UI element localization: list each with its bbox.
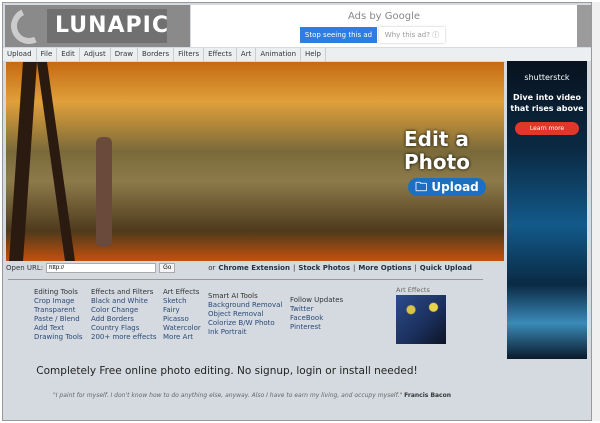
- menu-effects[interactable]: Effects: [204, 48, 237, 61]
- menu-adjust[interactable]: Adjust: [80, 48, 111, 61]
- tool-link[interactable]: Background Removal: [208, 301, 282, 310]
- stock-photos-link[interactable]: Stock Photos: [298, 264, 350, 272]
- tool-link[interactable]: FaceBook: [290, 314, 343, 323]
- hero-title: Edit a Photo: [404, 127, 470, 174]
- tool-link[interactable]: Country Flags: [91, 324, 157, 333]
- tree-trunk: [9, 62, 37, 261]
- menu-help[interactable]: Help: [301, 48, 326, 61]
- art-effects-thumb[interactable]: Art Effects: [396, 286, 446, 344]
- tool-link[interactable]: Color Change: [91, 306, 157, 315]
- side-ad[interactable]: shutterstck Dive into video that rises a…: [507, 61, 587, 359]
- tool-link[interactable]: Transparent: [34, 306, 83, 315]
- link-column: Editing Tools Crop Image Transparent Paste …: [34, 288, 83, 342]
- tool-link[interactable]: Add Text: [34, 324, 83, 333]
- why-this-ad-button[interactable]: Why this ad? ⓘ: [379, 27, 445, 43]
- tool-link[interactable]: Object Removal: [208, 310, 282, 319]
- tool-link[interactable]: Sketch: [163, 297, 201, 306]
- bottom-banner: [73, 420, 383, 421]
- tool-link[interactable]: 200+ more effects: [91, 333, 157, 342]
- menu-draw[interactable]: Draw: [111, 48, 138, 61]
- quote: "I paint for myself. I don't know how to…: [53, 392, 452, 399]
- link-column: Effects and Filters Black and White Color …: [91, 288, 157, 342]
- top-ad: Ads by Google Stop seeing this ad Why th…: [191, 5, 577, 47]
- tool-link[interactable]: More Art: [163, 333, 201, 342]
- menu-edit[interactable]: Edit: [57, 48, 80, 61]
- tool-link[interactable]: Watercolor: [163, 324, 201, 333]
- tool-link[interactable]: Fairy: [163, 306, 201, 315]
- stop-seeing-ad-button[interactable]: Stop seeing this ad: [300, 27, 377, 43]
- lunapic-logo[interactable]: LUNAPIC: [5, 3, 190, 50]
- link-column: Art Effects Sketch Fairy Picasso Watercolor M…: [163, 288, 201, 342]
- menu-filters[interactable]: Filters: [174, 48, 205, 61]
- learn-more-button[interactable]: Learn more: [515, 122, 579, 135]
- link-column: Follow Updates Twitter FaceBook Pinterest: [290, 296, 343, 332]
- ads-by-google: Ads by Google: [347, 11, 421, 22]
- link-column: Smart AI Tools Background Removal Object R…: [208, 292, 282, 337]
- url-input[interactable]: [46, 263, 157, 273]
- tool-link[interactable]: Picasso: [163, 315, 201, 324]
- tool-link[interactable]: Crop Image: [34, 297, 83, 306]
- person-figure: [96, 137, 112, 247]
- folder-icon: 🗀: [415, 180, 432, 194]
- tagline: Completely Free online photo editing. No…: [36, 365, 418, 377]
- tool-link[interactable]: Paste / Blend: [34, 315, 83, 324]
- tool-link[interactable]: Colorize B/W Photo: [208, 319, 282, 328]
- scrollbar[interactable]: [592, 2, 600, 421]
- more-options-link[interactable]: More Options: [358, 264, 411, 272]
- hero-image: Edit a Photo 🗀 Upload: [6, 62, 504, 261]
- tool-link[interactable]: Twitter: [290, 305, 343, 314]
- column-title: Art Effects: [163, 288, 200, 296]
- ad-brand: shutterstck: [524, 73, 570, 82]
- or-text: or: [208, 264, 216, 272]
- tool-link[interactable]: Drawing Tools: [34, 333, 83, 342]
- tool-link[interactable]: Ink Portrait: [208, 328, 282, 337]
- page: LUNAPIC Ads by Google Stop seeing this a…: [2, 2, 592, 421]
- go-button[interactable]: Go: [159, 263, 176, 273]
- moon-icon: [5, 3, 53, 50]
- menu-art[interactable]: Art: [237, 48, 257, 61]
- column-title: Editing Tools: [34, 288, 78, 296]
- tool-link[interactable]: Add Borders: [91, 315, 157, 324]
- art-effects-label: Art Effects: [396, 286, 430, 294]
- ad-headline: Dive into video that rises above: [510, 93, 584, 113]
- divider: [8, 279, 483, 280]
- upload-button[interactable]: 🗀 Upload: [408, 178, 486, 196]
- open-url-label: Open URL:: [6, 264, 44, 272]
- menu-borders[interactable]: Borders: [138, 48, 175, 61]
- tree-trunk: [37, 62, 75, 261]
- column-title: Follow Updates: [290, 296, 344, 304]
- column-title: Effects and Filters: [91, 288, 154, 296]
- menu-file[interactable]: File: [37, 48, 58, 61]
- quick-upload-link[interactable]: Quick Upload: [420, 264, 472, 272]
- chrome-extension-link[interactable]: Chrome Extension: [218, 264, 290, 272]
- menu-animation[interactable]: Animation: [256, 48, 302, 61]
- tool-link[interactable]: Black and White: [91, 297, 157, 306]
- column-title: Smart AI Tools: [208, 292, 258, 300]
- open-url-row: Open URL: Go or Chrome Extension| Stock …: [6, 263, 506, 273]
- logo-text: LUNAPIC: [47, 9, 168, 43]
- starry-night-image[interactable]: [396, 295, 446, 344]
- menu-upload[interactable]: Upload: [3, 48, 37, 61]
- menu-bar: Upload File Edit Adjust Draw Borders Fil…: [3, 48, 591, 61]
- tool-link[interactable]: Pinterest: [290, 323, 343, 332]
- ad-spacer: [577, 5, 591, 47]
